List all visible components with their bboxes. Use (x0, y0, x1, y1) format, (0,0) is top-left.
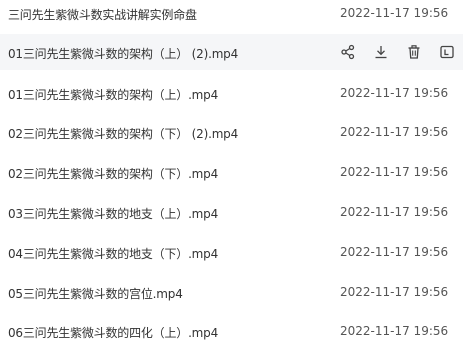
share-button[interactable] (337, 41, 359, 63)
file-row-hovered[interactable]: 01三问先生紫微斗数的架构（上） (2).mp4 (0, 34, 463, 70)
file-row[interactable]: 04三问先生紫微斗数的地支（下）.mp4 2022-11-17 19:56 (0, 239, 463, 267)
file-date: 2022-11-17 19:56 (340, 125, 449, 139)
file-date: 2022-11-17 19:56 (340, 86, 449, 100)
file-name[interactable]: 01三问先生紫微斗数的架构（上）.mp4 (8, 86, 218, 103)
file-list: 三问先生紫微斗数实战讲解实例命盘 2022-11-17 19:56 01三问先生… (0, 0, 463, 344)
file-date: 2022-11-17 19:56 (340, 205, 449, 219)
file-row[interactable]: 02三问先生紫微斗数的架构（下）.mp4 2022-11-17 19:56 (0, 159, 463, 187)
file-date: 2022-11-17 19:56 (340, 324, 449, 338)
share-icon (341, 44, 355, 60)
delete-button[interactable] (403, 41, 425, 63)
row-actions (337, 41, 463, 63)
download-icon (375, 46, 387, 59)
file-name[interactable]: 04三问先生紫微斗数的地支（下）.mp4 (8, 245, 218, 262)
file-name[interactable]: 02三问先生紫微斗数的架构（下）.mp4 (8, 165, 218, 182)
file-row[interactable]: 01三问先生紫微斗数的架构（上）.mp4 2022-11-17 19:56 (0, 80, 463, 108)
file-row[interactable]: 02三问先生紫微斗数的架构（下） (2).mp4 2022-11-17 19:5… (0, 119, 463, 147)
more-button[interactable] (436, 41, 458, 63)
file-date: 2022-11-17 19:56 (340, 285, 449, 299)
file-row[interactable]: 05三问先生紫微斗数的宫位.mp4 2022-11-17 19:56 (0, 279, 463, 307)
file-date: 2022-11-17 19:56 (340, 165, 449, 179)
file-date: 2022-11-17 19:56 (340, 6, 449, 20)
file-row[interactable]: 06三问先生紫微斗数的四化（上）.mp4 2022-11-17 19:56 (0, 318, 463, 344)
download-button[interactable] (370, 41, 392, 63)
file-name[interactable]: 01三问先生紫微斗数的架构（上） (2).mp4 (8, 45, 238, 62)
file-row[interactable]: 03三问先生紫微斗数的地支（上）.mp4 2022-11-17 19:56 (0, 199, 463, 227)
file-name[interactable]: 三问先生紫微斗数实战讲解实例命盘 (8, 6, 197, 23)
file-name[interactable]: 03三问先生紫微斗数的地支（上）.mp4 (8, 205, 218, 222)
file-date: 2022-11-17 19:56 (340, 245, 449, 259)
file-name[interactable]: 02三问先生紫微斗数的架构（下） (2).mp4 (8, 125, 238, 142)
more-icon (440, 45, 454, 59)
delete-icon (408, 45, 420, 59)
file-row[interactable]: 三问先生紫微斗数实战讲解实例命盘 2022-11-17 19:56 (0, 0, 463, 28)
file-name[interactable]: 05三问先生紫微斗数的宫位.mp4 (8, 285, 183, 302)
file-name[interactable]: 06三问先生紫微斗数的四化（上）.mp4 (8, 324, 218, 341)
